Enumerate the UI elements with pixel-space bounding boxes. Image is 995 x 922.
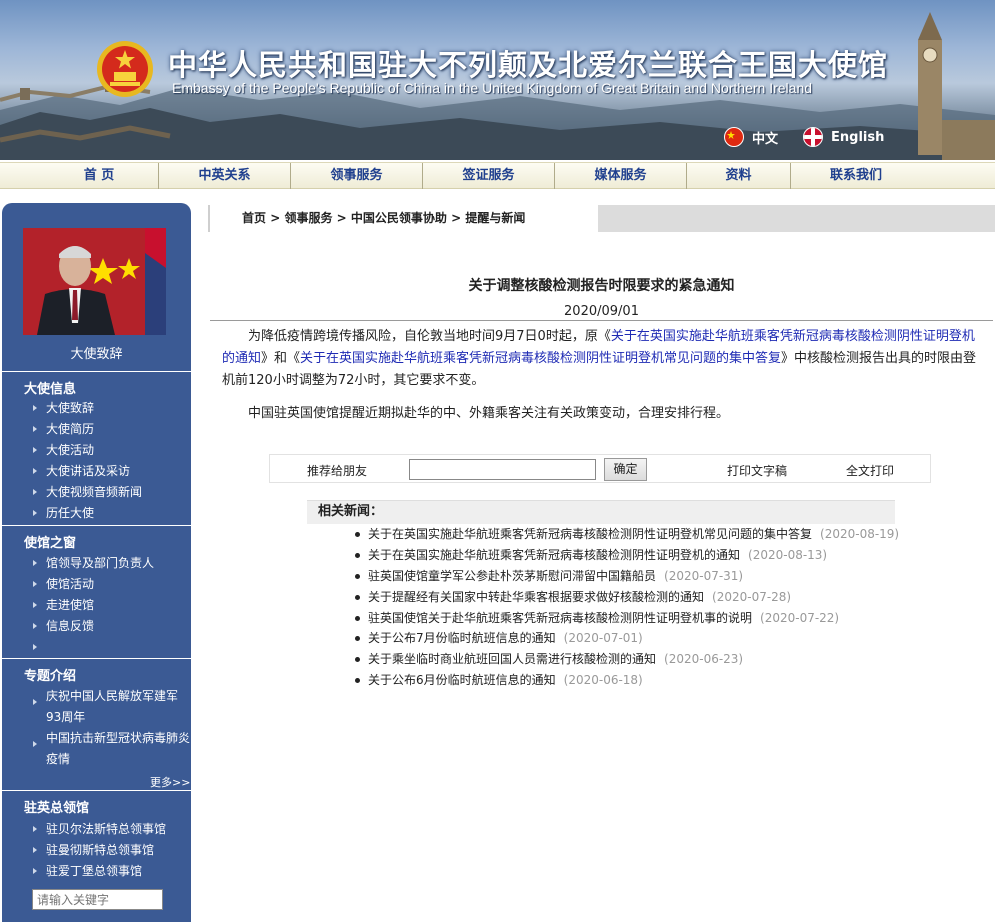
arrow-right-icon	[33, 447, 37, 453]
sidebar-item-belfast-consulate[interactable]: 驻贝尔法斯特总领事馆	[33, 819, 166, 840]
share-toolbar: 推荐给朋友 确定 打印文字稿 全文打印	[269, 454, 931, 483]
print-text-link[interactable]: 打印文字稿	[727, 462, 787, 479]
sidebar-divider	[2, 371, 191, 372]
uk-flag-icon	[803, 127, 823, 147]
arrow-right-icon	[33, 560, 37, 566]
nav-visa-services[interactable]: 签证服务	[423, 163, 555, 189]
article-link-faq[interactable]: 关于在英国实施赴华航班乘客凭新冠病毒核酸检测阴性证明登机常见问题的集中答复	[300, 351, 781, 366]
arrow-right-icon	[33, 623, 37, 629]
lang-label-english: English	[831, 129, 885, 145]
related-news-heading: 相关新闻：	[307, 500, 895, 524]
confirm-button[interactable]: 确定	[604, 458, 647, 481]
arrow-right-icon	[33, 826, 37, 832]
sidebar-item-ambassador-interviews[interactable]: 大使讲话及采访	[33, 461, 130, 482]
breadcrumb: 首页 > 领事服务 > 中国公民领事协助 > 提醒与新闻	[208, 205, 598, 232]
list-item[interactable]: 关于公布6月份临时航班信息的通知 (2020-06-18)	[355, 670, 955, 691]
sidebar-item-edinburgh-consulate[interactable]: 驻爱丁堡总领事馆	[33, 861, 142, 882]
keyword-search-input[interactable]	[32, 889, 163, 910]
sidebar-item-former-ambassadors[interactable]: 历任大使	[33, 503, 94, 524]
ambassador-caption[interactable]: 大使致辞	[2, 343, 191, 362]
sidebar-item-embassy-activities[interactable]: 使馆活动	[33, 574, 94, 595]
breadcrumb-bar: 首页 > 领事服务 > 中国公民领事协助 > 提醒与新闻	[208, 205, 995, 232]
list-item[interactable]: 关于提醒经有关国家中转赴华乘客根据要求做好核酸检测的通知 (2020-07-28)	[355, 587, 955, 608]
article-date: 2020/09/01	[564, 304, 639, 319]
breadcrumb-citizen-assistance[interactable]: 中国公民领事协助	[351, 211, 447, 225]
sidebar-item-pla-anniversary[interactable]: 庆祝中国人民解放军建军93周年	[33, 686, 193, 728]
arrow-right-icon	[33, 581, 37, 587]
related-news-list: 关于在英国实施赴华航班乘客凭新冠病毒核酸检测阴性证明登机常见问题的集中答复 (20…	[355, 524, 955, 691]
sidebar-item-ambassador-speech[interactable]: 大使致辞	[33, 398, 94, 419]
sidebar-divider	[2, 525, 191, 526]
list-item[interactable]: 关于在英国实施赴华航班乘客凭新冠病毒核酸检测阴性证明登机的通知 (2020-08-…	[355, 545, 955, 566]
arrow-right-icon	[33, 510, 37, 516]
nav-contact-us[interactable]: 联系我们	[791, 163, 921, 189]
header-banner: 中华人民共和国驻大不列颠及北爱尔兰联合王国大使馆 Embassy of the …	[0, 0, 995, 160]
sidebar-item-feedback[interactable]: 信息反馈	[33, 616, 94, 637]
arrow-right-icon	[33, 489, 37, 495]
list-item[interactable]: 关于在英国实施赴华航班乘客凭新冠病毒核酸检测阴性证明登机常见问题的集中答复 (20…	[355, 524, 955, 545]
nav-resources[interactable]: 资料	[687, 163, 791, 189]
sidebar-item-about-embassy[interactable]: 走进使馆	[33, 595, 94, 616]
arrow-right-icon	[33, 602, 37, 608]
embassy-title-en: Embassy of the People's Republic of Chin…	[172, 80, 813, 96]
breadcrumb-reminders-news[interactable]: 提醒与新闻	[465, 211, 525, 225]
list-item[interactable]: 关于公布7月份临时航班信息的通知 (2020-07-01)	[355, 628, 955, 649]
sidebar: 大使致辞 大使信息 大使致辞 大使简历 大使活动 大使讲话及采访 大使视频音频新…	[2, 203, 191, 922]
nav-media-services[interactable]: 媒体服务	[555, 163, 687, 189]
more-link[interactable]: 更多>>	[150, 774, 190, 790]
arrow-right-icon	[33, 847, 37, 853]
ambassador-photo[interactable]	[23, 228, 166, 335]
arrow-right-icon	[33, 699, 37, 705]
embassy-title-cn: 中华人民共和国驻大不列颠及北爱尔兰联合王国大使馆	[168, 48, 889, 82]
article-paragraph-2: 中国驻英国使馆提醒近期拟赴华的中、外籍乘客关注有关政策变动，合理安排行程。	[248, 406, 730, 421]
main-nav: 首 页 中英关系 领事服务 签证服务 媒体服务 资料 联系我们	[0, 162, 995, 189]
list-item[interactable]: 驻英国使馆关于赴华航班乘客凭新冠病毒核酸检测阴性证明登机事的说明 (2020-07…	[355, 608, 955, 629]
arrow-right-icon	[33, 405, 37, 411]
sidebar-section-ambassador: 大使信息	[24, 382, 77, 397]
sidebar-item-empty[interactable]	[33, 637, 46, 658]
sidebar-item-manchester-consulate[interactable]: 驻曼彻斯特总领事馆	[33, 840, 154, 861]
lang-label-chinese: 中文	[752, 131, 779, 147]
article-divider	[210, 320, 993, 321]
recommend-email-input[interactable]	[409, 459, 596, 480]
lang-switch-english[interactable]: English	[803, 127, 884, 147]
arrow-right-icon	[33, 644, 37, 650]
sidebar-section-embassy: 使馆之窗	[24, 536, 77, 551]
arrow-right-icon	[33, 868, 37, 874]
arrow-right-icon	[33, 426, 37, 432]
sidebar-item-ambassador-bio[interactable]: 大使简历	[33, 419, 94, 440]
sidebar-divider	[2, 790, 191, 791]
print-full-link[interactable]: 全文打印	[846, 462, 894, 479]
sidebar-divider	[2, 658, 191, 659]
breadcrumb-home[interactable]: 首页	[242, 211, 266, 225]
nav-home[interactable]: 首 页	[40, 163, 159, 189]
china-flag-icon	[724, 127, 744, 147]
sidebar-item-ambassador-media[interactable]: 大使视频音频新闻	[33, 482, 142, 503]
article-title: 关于调整核酸检测报告时限要求的紧急通知	[468, 278, 735, 294]
sidebar-item-ambassador-activities[interactable]: 大使活动	[33, 440, 94, 461]
arrow-right-icon	[33, 741, 37, 747]
recommend-label: 推荐给朋友	[307, 464, 368, 478]
article-paragraph-1: 为降低疫情跨境传播风险，自伦敦当地时间9月7日0时起，原《关于在英国实施赴华航班…	[222, 329, 977, 388]
sidebar-section-topics: 专题介绍	[24, 669, 77, 684]
sidebar-item-covid-fight[interactable]: 中国抗击新型冠状病毒肺炎疫情	[33, 728, 193, 770]
sidebar-item-embassy-leaders[interactable]: 馆领导及部门负责人	[33, 553, 154, 574]
nav-consular-services[interactable]: 领事服务	[291, 163, 423, 189]
arrow-right-icon	[33, 468, 37, 474]
list-item[interactable]: 驻英国使馆童学军公参赴朴茨茅斯慰问滞留中国籍船员 (2020-07-31)	[355, 566, 955, 587]
sidebar-section-consulates: 驻英总领馆	[24, 801, 90, 816]
breadcrumb-consular[interactable]: 领事服务	[284, 211, 332, 225]
nav-china-uk-relations[interactable]: 中英关系	[159, 163, 291, 189]
national-emblem-icon	[96, 40, 154, 98]
lang-switch-chinese[interactable]: 中文	[724, 127, 778, 147]
list-item[interactable]: 关于乘坐临时商业航班回国人员需进行核酸检测的通知 (2020-06-23)	[355, 649, 955, 670]
